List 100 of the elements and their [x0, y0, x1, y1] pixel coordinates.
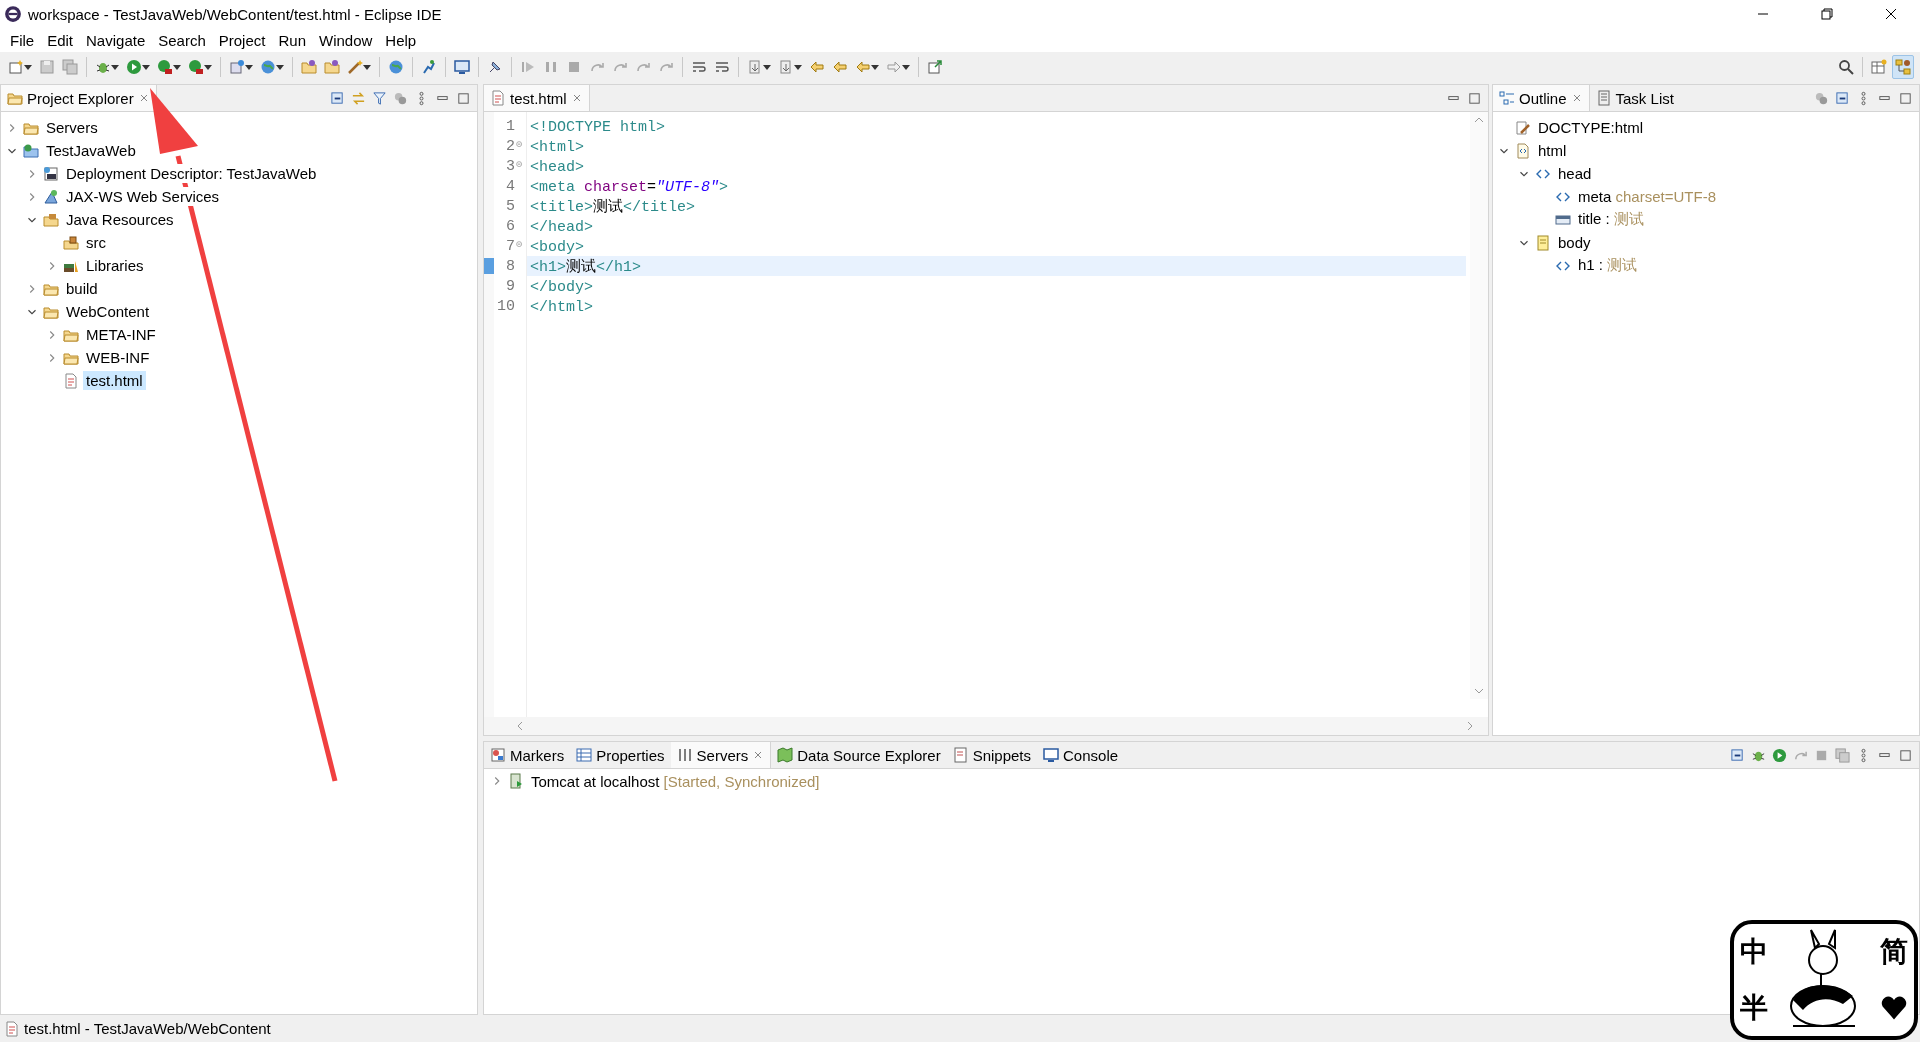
line-number: 6 — [506, 217, 515, 235]
view-tab[interactable]: Console — [1037, 742, 1125, 768]
caret-icon — [111, 63, 119, 71]
navigate-icon[interactable] — [747, 59, 763, 75]
html-file-icon — [490, 90, 506, 106]
server-icon — [508, 773, 524, 789]
menu-item[interactable]: File — [4, 31, 42, 49]
navigate-icon[interactable] — [778, 59, 794, 75]
project-folder-icon — [23, 142, 39, 159]
html-file-icon — [4, 1020, 20, 1037]
link-editor-icon[interactable] — [351, 90, 366, 106]
caret-icon — [902, 63, 910, 71]
menu-item[interactable]: Help — [379, 31, 424, 49]
window-title: workspace - TestJavaWeb/WebContent/test.html - Eclipse IDE — [28, 5, 443, 23]
servers-icon — [676, 747, 693, 763]
folder-icon — [7, 90, 23, 106]
caret-icon — [245, 63, 253, 71]
scroll-up-icon[interactable] — [1474, 116, 1484, 124]
menu-item[interactable]: Run — [272, 31, 313, 49]
html-file-icon — [1515, 142, 1531, 159]
tree-item[interactable]: test.html — [83, 371, 146, 390]
web-service-icon — [43, 188, 59, 205]
focus-icon[interactable] — [393, 90, 408, 106]
line-number: 1 — [506, 117, 515, 135]
collapse-all-icon[interactable] — [1835, 90, 1850, 106]
menu-item[interactable]: Search — [152, 31, 213, 49]
code-line: <meta charset="UTF-8"> — [530, 177, 729, 196]
view-tab[interactable]: Outline — [1493, 85, 1590, 111]
close-icon[interactable] — [1883, 6, 1899, 22]
wand-icon[interactable] — [347, 59, 363, 75]
ime-label: 简 — [1880, 934, 1908, 970]
markers-icon — [490, 747, 506, 763]
collapse-all-icon[interactable] — [1730, 747, 1745, 763]
focus-icon[interactable] — [1814, 90, 1829, 106]
line-number: 5 — [506, 197, 515, 215]
app-logo-icon — [4, 5, 22, 23]
map-icon — [777, 747, 794, 763]
view-tab[interactable]: Servers — [670, 742, 772, 768]
caret-icon — [794, 63, 802, 71]
html-file-icon — [63, 372, 79, 389]
resources-folder-icon — [43, 211, 59, 228]
maximize-icon[interactable] — [1898, 90, 1913, 106]
scroll-right-icon[interactable] — [1466, 721, 1474, 731]
console-icon — [1043, 747, 1059, 763]
code-line: <head> — [530, 157, 584, 176]
code-line: </body> — [530, 277, 593, 296]
status-text: test.html - TestJavaWeb/WebContent — [24, 1020, 271, 1037]
caret-icon — [871, 63, 879, 71]
caret-icon — [24, 63, 32, 71]
line-number: 3 — [506, 157, 515, 175]
view-tab[interactable]: Project Explorer — [1, 85, 157, 111]
view-tab[interactable]: Properties — [570, 742, 671, 768]
caret-icon — [173, 63, 181, 71]
line-number: 8 — [506, 257, 515, 275]
menu-item[interactable]: Window — [313, 31, 380, 49]
body-icon — [1535, 234, 1551, 251]
play-icon[interactable] — [1772, 747, 1787, 763]
maximize-icon[interactable] — [1467, 90, 1482, 106]
code-line: <body> — [530, 237, 584, 256]
ime-widget[interactable]: 中 简 半 — [1730, 920, 1918, 1040]
line-number: 7 — [506, 237, 515, 255]
task-list-icon — [1595, 90, 1612, 106]
caret-icon — [363, 63, 371, 71]
line-number: 4 — [506, 177, 515, 195]
editor-tab[interactable]: test.html — [484, 85, 590, 111]
view-tab[interactable]: Task List — [1589, 85, 1680, 111]
caret-icon — [142, 63, 150, 71]
package-folder-icon — [63, 234, 79, 251]
code-line: <html> — [530, 137, 584, 156]
scroll-left-icon[interactable] — [516, 721, 524, 731]
properties-icon — [576, 747, 593, 763]
caret-icon — [763, 63, 771, 71]
menu-item[interactable]: Project — [212, 31, 273, 49]
ime-label: 半 — [1740, 990, 1768, 1026]
line-number: 9 — [506, 277, 515, 295]
maximize-icon[interactable] — [1898, 747, 1913, 763]
code-line: </html> — [530, 297, 593, 316]
view-tab[interactable]: Snippets — [946, 742, 1037, 768]
filter-icon[interactable] — [372, 90, 387, 106]
view-tab[interactable]: Data Source Explorer — [771, 742, 947, 768]
view-tab[interactable]: Markers — [484, 742, 571, 768]
caret-icon — [204, 63, 212, 71]
code-line: <!DOCTYPE html> — [530, 117, 666, 136]
heart-icon — [1881, 995, 1907, 1021]
menu-item[interactable]: Edit — [41, 31, 81, 49]
scroll-down-icon[interactable] — [1474, 687, 1484, 695]
code-line: <title>测试</title> — [530, 197, 696, 216]
code-line: </head> — [530, 217, 593, 236]
menu-item[interactable]: Navigate — [80, 31, 153, 49]
restore-icon[interactable] — [1819, 6, 1835, 22]
run-tool-icon[interactable] — [188, 59, 204, 75]
collapse-all-icon[interactable] — [330, 90, 345, 106]
code-line: <h1>测试</h1> — [530, 257, 642, 276]
save-all-icon[interactable] — [1835, 747, 1850, 763]
descriptor-icon — [43, 165, 59, 182]
caret-icon — [276, 63, 284, 71]
run-tool-icon[interactable] — [157, 59, 173, 75]
maximize-icon[interactable] — [456, 90, 471, 106]
play-icon[interactable] — [126, 59, 142, 75]
ime-label: 中 — [1740, 934, 1768, 970]
